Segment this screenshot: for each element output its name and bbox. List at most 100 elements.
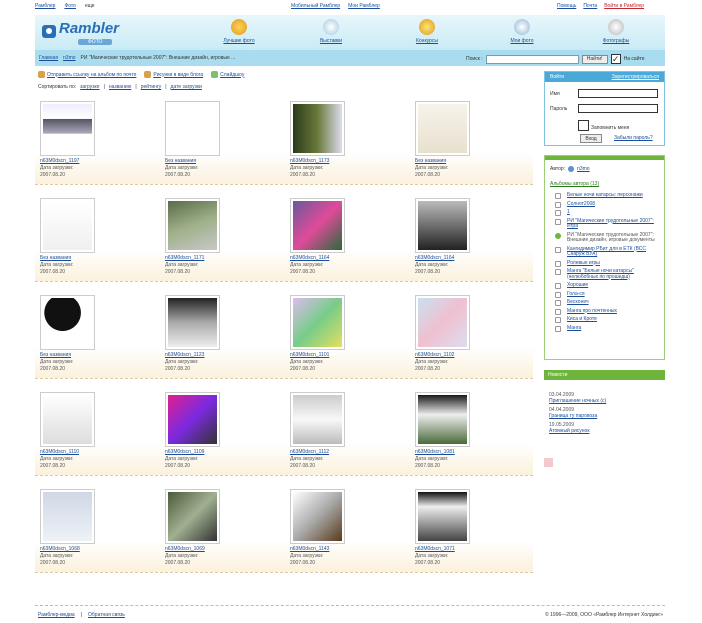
photo-thumbnail[interactable]: [165, 198, 220, 253]
sort-option-name[interactable]: названию: [109, 84, 131, 90]
action-slideshow[interactable]: Слайдшоу: [211, 71, 244, 78]
photo-thumbnail[interactable]: [165, 101, 220, 156]
search-button[interactable]: Найти!: [581, 54, 608, 64]
album-item[interactable]: Солнот2008: [555, 201, 661, 207]
photo-title[interactable]: n63M0dscn_1081: [415, 449, 455, 455]
photo-title[interactable]: n63M0dscn_1164: [415, 255, 454, 261]
breadcrumb-home[interactable]: Главная: [39, 55, 58, 61]
photo-thumbnail[interactable]: [415, 489, 470, 544]
photo-title[interactable]: n63M0dscn_1164: [290, 255, 329, 261]
photo-thumbnail[interactable]: [415, 198, 470, 253]
topbar-login-link[interactable]: Войти в Рамблер: [604, 3, 644, 9]
nav-my-photos[interactable]: Мои фото: [492, 17, 552, 49]
login-submit-button[interactable]: Вход: [580, 134, 602, 143]
photo-title[interactable]: n63M0dscn_1109: [165, 449, 204, 455]
topbar-link-mail[interactable]: Почта: [583, 3, 597, 9]
photo-title[interactable]: n63M0dscn_1143: [290, 546, 329, 552]
photo-thumbnail[interactable]: [290, 198, 345, 253]
remember-checkbox[interactable]: [578, 120, 589, 131]
photo-title[interactable]: n63M0dscn_1171: [165, 255, 204, 261]
top-bar: Рамблер Фото еще Мобильный Рамблер Мои Р…: [0, 0, 702, 13]
nav-best-photos[interactable]: Лучшие фото: [209, 17, 269, 49]
upload-date-label: Дата загрузки:: [415, 359, 449, 365]
topbar-link-help[interactable]: Помощь: [557, 3, 576, 9]
photo-title[interactable]: Без названия: [40, 352, 71, 358]
photo-thumbnail[interactable]: [40, 489, 95, 544]
photo-thumbnail[interactable]: [415, 101, 470, 156]
topbar-link-mobile[interactable]: Мобильный Рамблер: [291, 3, 340, 9]
topbar-link-my-rambler[interactable]: Мои Рамблер: [348, 3, 380, 9]
photo-title[interactable]: n63M0dscn_1071: [415, 546, 455, 552]
photo-thumbnail[interactable]: [415, 295, 470, 350]
photo-title[interactable]: n63M0dscn_1068: [40, 546, 80, 552]
nav-exhibitions[interactable]: Выставки: [301, 17, 361, 49]
username-input[interactable]: [578, 89, 658, 98]
photo-title[interactable]: n63M0dscn_1112: [290, 449, 329, 455]
sort-option-rating[interactable]: рейтингу: [141, 84, 162, 90]
album-item[interactable]: Манга про почтенных: [555, 308, 661, 314]
album-item[interactable]: 1: [555, 209, 661, 216]
photo-thumbnail[interactable]: [290, 489, 345, 544]
forgot-password-link[interactable]: Забыли пароль?: [614, 135, 653, 141]
photo-title[interactable]: n63M0dscn_1173: [290, 158, 329, 164]
photo-title[interactable]: Без названия: [415, 158, 446, 164]
password-input[interactable]: [578, 104, 658, 113]
breadcrumb-user[interactable]: n3mo: [63, 55, 76, 61]
photo-thumbnail[interactable]: [165, 295, 220, 350]
author-label: Автор:: [550, 166, 566, 172]
blog-icon: [144, 71, 152, 78]
footer-link-media[interactable]: Рамблер-медиа: [38, 612, 75, 618]
album-item[interactable]: Белые ночи катарсы: персонажи: [555, 192, 661, 199]
photo-thumbnail[interactable]: [165, 392, 220, 447]
photo-thumbnail[interactable]: [40, 198, 95, 253]
upload-date: 2007.08.20: [415, 269, 441, 275]
photo-title[interactable]: Без названия: [165, 158, 196, 164]
topbar-link-rambler[interactable]: Рамблер: [35, 3, 55, 9]
topbar-more-dropdown[interactable]: еще: [85, 3, 95, 9]
photo-title[interactable]: n63M0dscn_1101: [290, 352, 329, 358]
author-name-link[interactable]: n3mo: [577, 166, 590, 172]
news-link[interactable]: Приглашение ночных (с): [549, 398, 664, 404]
action-email-link[interactable]: Отправить ссылку на альбом по почте: [38, 71, 136, 78]
photo-title[interactable]: n63M0dscn_1069: [165, 546, 205, 552]
photo-thumbnail[interactable]: [415, 392, 470, 447]
album-item[interactable]: Манга: [555, 325, 661, 331]
album-item[interactable]: Ролевые игры: [555, 260, 661, 266]
photo-thumbnail[interactable]: [40, 101, 95, 156]
album-item[interactable]: Гола-ся: [555, 291, 661, 297]
album-item[interactable]: Кангидимир РБит для в ЕТК (ВСС Снаруж ВУ…: [555, 246, 661, 258]
photo-title[interactable]: n63M0dscn_1102: [415, 352, 454, 358]
photo-title[interactable]: n63M0dscn_1110: [40, 449, 79, 455]
photo-thumbnail[interactable]: [290, 101, 345, 156]
photo-title[interactable]: n63M0dscn_1123: [165, 352, 204, 358]
photo-thumbnail[interactable]: [40, 295, 95, 350]
photo-thumbnail[interactable]: [290, 295, 345, 350]
photo-title[interactable]: n63M0dscn_1197: [40, 158, 79, 164]
login-tab[interactable]: Войти: [550, 74, 564, 80]
topbar-link-photo[interactable]: Фото: [64, 3, 76, 9]
nav-contests[interactable]: Конкурсы: [397, 17, 457, 49]
photo-thumbnail[interactable]: [165, 489, 220, 544]
sort-option-date[interactable]: дате загрузки: [171, 84, 202, 90]
register-link[interactable]: Зарегистрироваться: [612, 74, 659, 80]
site-header: Rambler ФОТО Лучшие фото Выставки Конкур…: [35, 15, 665, 50]
rambler-logo[interactable]: Rambler ФОТО: [42, 19, 138, 47]
photo-thumbnail[interactable]: [40, 392, 95, 447]
site-search-checkbox[interactable]: ✓: [610, 54, 621, 64]
album-item[interactable]: РИ "Магические трудотельные 2007": Игра: [555, 218, 661, 230]
action-blog-view[interactable]: Рисунки в виде блога: [144, 71, 203, 78]
album-item[interactable]: Хорошие: [555, 282, 661, 289]
album-item[interactable]: Манга "Белые ночи катарсы" (нелюбобных п…: [555, 268, 661, 280]
search-input[interactable]: [485, 54, 579, 64]
albums-header[interactable]: Альбомы автора (13): [550, 181, 599, 187]
album-item[interactable]: Бесконеч: [555, 299, 661, 306]
photo-thumbnail[interactable]: [290, 392, 345, 447]
photo-image: [43, 104, 92, 153]
sort-option-upload[interactable]: загрузке: [80, 84, 99, 90]
photo-title[interactable]: Без названия: [40, 255, 71, 261]
nav-photographers[interactable]: Фотографы: [586, 17, 646, 49]
news-link[interactable]: Атомный рисунок: [549, 428, 664, 434]
album-item[interactable]: Киса и Кроте: [555, 316, 661, 323]
news-link[interactable]: Граница ту паровоза: [549, 413, 664, 419]
footer-link-feedback[interactable]: Обратная связь: [88, 612, 125, 618]
